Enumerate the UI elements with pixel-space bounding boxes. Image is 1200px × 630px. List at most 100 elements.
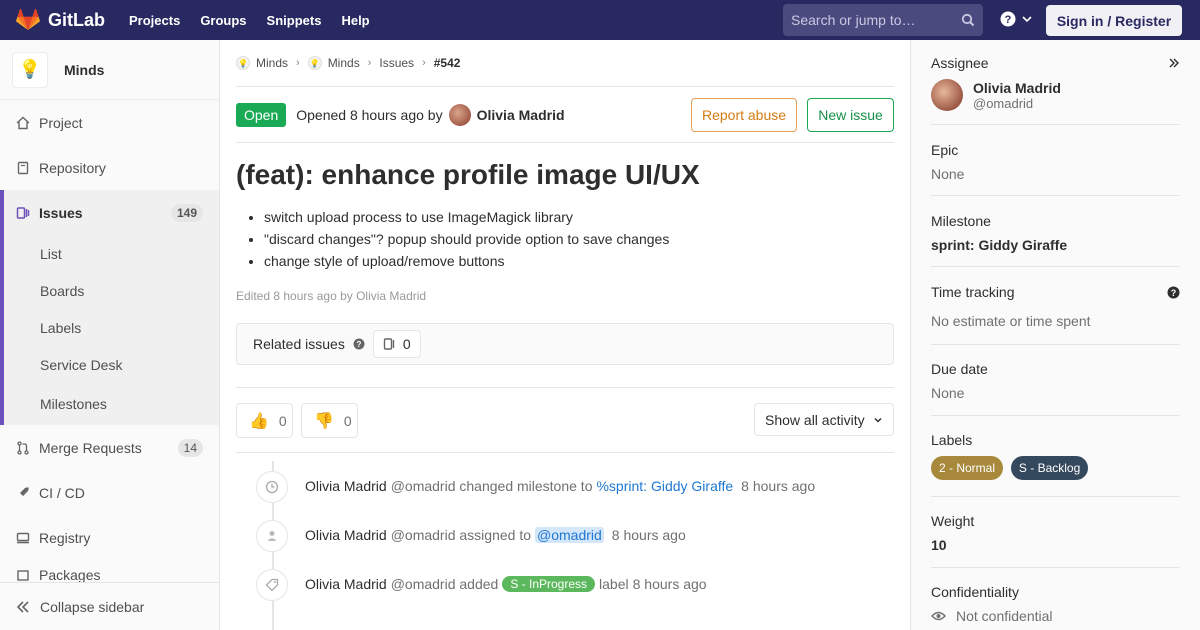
- nav-help[interactable]: Help: [341, 13, 369, 28]
- report-abuse-button[interactable]: Report abuse: [691, 98, 797, 132]
- labels-list: 2 - Normal S - Backlog: [931, 456, 1180, 480]
- breadcrumb-issues[interactable]: Issues: [379, 56, 414, 70]
- label-badge[interactable]: 2 - Normal: [931, 456, 1004, 480]
- thumbs-up-button[interactable]: 👍 0: [236, 403, 293, 438]
- award-emoji-row: 👍 0 👎 0 Show all activity: [236, 403, 894, 438]
- double-chevron-left-icon: [16, 600, 29, 613]
- label-badge[interactable]: S - Backlog: [1010, 456, 1089, 480]
- question-circle-icon[interactable]: ?: [353, 338, 365, 350]
- sidebar-subitem-milestones[interactable]: Milestones: [4, 383, 219, 425]
- signin-button[interactable]: Sign in / Register: [1046, 5, 1182, 36]
- labels-block: Labels 2 - Normal S - Backlog: [931, 416, 1180, 497]
- nav-snippets[interactable]: Snippets: [267, 13, 322, 28]
- sidebar-item-ci-cd[interactable]: CI / CD: [0, 470, 219, 515]
- new-issue-button[interactable]: New issue: [807, 98, 894, 132]
- question-icon: ?: [1000, 11, 1016, 27]
- help-dropdown[interactable]: ?: [1000, 11, 1032, 27]
- thumbs-down-icon: 👎: [314, 412, 334, 430]
- svg-text:?: ?: [356, 340, 361, 349]
- question-circle-icon[interactable]: ?: [1167, 286, 1180, 299]
- labels-title: Labels: [931, 432, 973, 448]
- event-author[interactable]: Olivia Madrid: [305, 527, 387, 543]
- edited-info: Edited 8 hours ago by Olivia Madrid: [236, 289, 427, 303]
- issue-description: switch upload process to use ImageMagick…: [236, 209, 894, 269]
- sidebar-subitem-boards[interactable]: Boards: [4, 272, 219, 309]
- main-content: 💡 Minds › 💡 Minds › Issues › #542 Open O…: [236, 40, 894, 630]
- due-date-title: Due date: [931, 361, 988, 377]
- time-tracking-block: Time tracking ? No estimate or time spen…: [931, 267, 1180, 345]
- event-author[interactable]: Olivia Madrid: [305, 478, 387, 494]
- home-icon: [16, 116, 30, 130]
- collapse-sidebar-button[interactable]: Collapse sidebar: [0, 582, 219, 630]
- milestone-title: Milestone: [931, 213, 991, 229]
- assignee-name: Olivia Madrid: [973, 79, 1061, 96]
- top-navbar: GitLab Projects Groups Snippets Help Sea…: [0, 0, 1200, 40]
- time-tracking-title: Time tracking: [931, 284, 1015, 300]
- breadcrumb-group[interactable]: Minds: [256, 56, 288, 70]
- assignee-block: Assignee Olivia Madrid @omadrid: [931, 40, 1180, 125]
- timeline-event: Olivia Madrid @omadrid assigned to @omad…: [236, 510, 894, 559]
- timeline-event: Olivia Madrid @omadrid changed milestone…: [236, 461, 894, 510]
- event-time: 8 hours ago: [611, 526, 686, 543]
- sidebar-item-registry[interactable]: Registry: [0, 515, 219, 560]
- event-author[interactable]: Olivia Madrid: [305, 576, 387, 592]
- thumbs-up-count: 0: [278, 412, 287, 429]
- breadcrumb-current[interactable]: #542: [434, 56, 461, 70]
- thumbs-down-count: 0: [343, 412, 352, 429]
- activity-timeline: Olivia Madrid @omadrid changed milestone…: [236, 461, 894, 630]
- related-issues-count[interactable]: 0: [372, 330, 421, 358]
- author-name[interactable]: Olivia Madrid: [477, 107, 565, 123]
- sidebar-item-label: Registry: [39, 529, 91, 546]
- sidebar-item-project[interactable]: Project: [0, 100, 219, 145]
- double-chevron-right-icon[interactable]: [1168, 57, 1180, 69]
- issue-header: Open Opened 8 hours ago by Olivia Madrid…: [236, 87, 894, 143]
- divider: [236, 387, 894, 388]
- sidebar-item-issues[interactable]: Issues 149: [4, 190, 219, 235]
- event-action: assigned to: [459, 526, 531, 543]
- sidebar-subitem-labels[interactable]: Labels: [4, 309, 219, 346]
- sidebar-item-merge-requests[interactable]: Merge Requests 14: [0, 425, 219, 470]
- sidebar-item-repository[interactable]: Repository: [0, 145, 219, 190]
- milestone-link[interactable]: %sprint: Giddy Giraffe: [596, 478, 733, 494]
- event-action: changed milestone to: [459, 477, 593, 494]
- search-placeholder: Search or jump to…: [791, 12, 916, 28]
- left-sidebar: 💡 Minds Project Repository Issues 149 Li…: [0, 40, 220, 630]
- related-count-value: 0: [402, 336, 411, 352]
- assignee-avatar: [931, 79, 963, 111]
- thumbs-down-button[interactable]: 👎 0: [301, 403, 358, 438]
- svg-text:?: ?: [1171, 288, 1177, 298]
- nav-projects[interactable]: Projects: [129, 13, 180, 28]
- breadcrumb-separator-icon: ›: [296, 57, 300, 69]
- nav-groups[interactable]: Groups: [200, 13, 246, 28]
- sidebar-subitem-service-desk[interactable]: Service Desk: [4, 346, 219, 383]
- breadcrumb-project[interactable]: Minds: [328, 56, 360, 70]
- user-mention[interactable]: @omadrid: [535, 526, 604, 543]
- merge-requests-count-badge: 14: [177, 438, 203, 457]
- project-header[interactable]: 💡 Minds: [0, 40, 219, 100]
- assignee[interactable]: Olivia Madrid @omadrid: [931, 79, 1180, 111]
- issues-count-badge: 149: [170, 203, 203, 222]
- thumbs-up-icon: 👍: [249, 412, 269, 430]
- tag-icon: [256, 569, 288, 601]
- chevron-down-icon: [874, 417, 882, 423]
- author-avatar[interactable]: [448, 103, 471, 126]
- sidebar-item-label: Issues: [39, 204, 83, 221]
- confidentiality-block: Confidentiality Not confidential: [931, 568, 1180, 630]
- search-input[interactable]: Search or jump to…: [783, 4, 983, 36]
- event-handle: @omadrid: [390, 575, 456, 592]
- gitlab-logo[interactable]: GitLab: [16, 9, 105, 31]
- breadcrumb-separator-icon: ›: [367, 57, 372, 69]
- event-action: added: [459, 575, 499, 592]
- label-badge[interactable]: S - InProgress: [502, 575, 596, 592]
- breadcrumb-separator-icon: ›: [422, 57, 426, 69]
- sidebar-subitem-list[interactable]: List: [4, 235, 219, 272]
- group-avatar-icon: 💡: [236, 56, 250, 70]
- issue-title: (feat): enhance profile image UI/UX: [236, 159, 700, 190]
- event-handle: @omadrid: [390, 477, 456, 494]
- disk-icon: [16, 531, 30, 545]
- activity-filter-dropdown[interactable]: Show all activity: [754, 403, 894, 436]
- description-item: "discard changes"? popup should provide …: [264, 231, 894, 247]
- eye-icon: [931, 611, 946, 621]
- timeline-event: Olivia Madrid @omadrid added S - InProgr…: [236, 559, 894, 608]
- milestone-value[interactable]: sprint: Giddy Giraffe: [931, 237, 1180, 253]
